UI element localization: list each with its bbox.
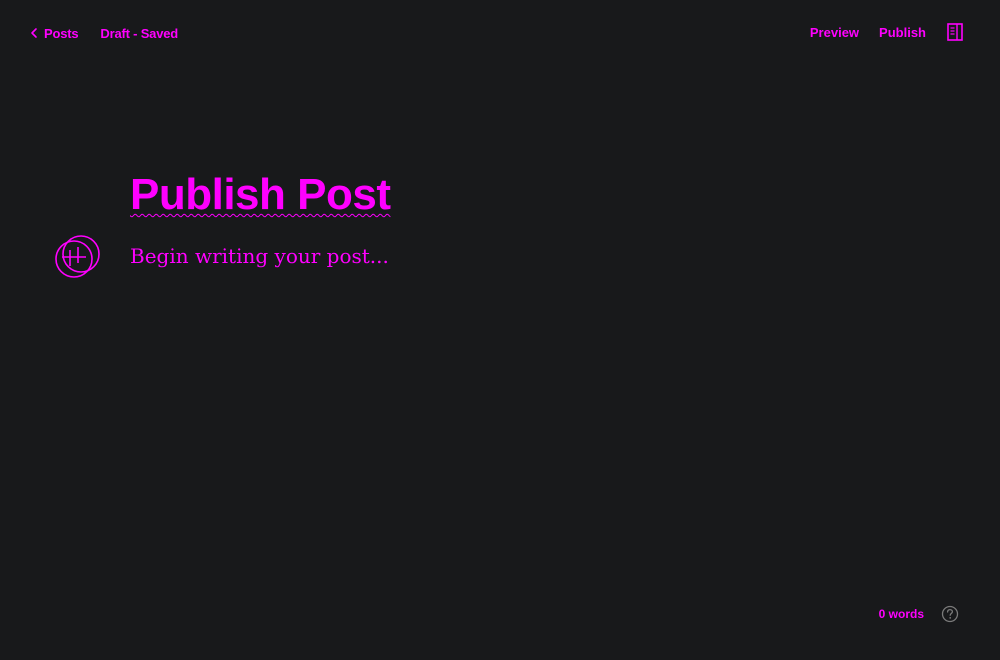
post-body-input[interactable]: Begin writing your post... <box>130 244 890 268</box>
back-to-posts-link[interactable]: Posts <box>30 25 79 41</box>
editor-footer: 0 words <box>879 604 960 624</box>
post-editor: Publish Post Begin writing your post... <box>130 168 890 268</box>
header-left: Posts Draft - Saved <box>30 24 178 42</box>
chevron-left-icon <box>31 28 37 38</box>
add-block-button[interactable] <box>52 232 104 280</box>
word-count: 0 words <box>878 607 924 621</box>
question-mark-icon[interactable] <box>940 604 960 624</box>
publish-button[interactable]: Publish <box>879 25 926 40</box>
plus-circle-icon <box>55 235 100 278</box>
sidebar-panel-icon[interactable] <box>946 22 964 42</box>
save-status: Draft - Saved <box>100 25 178 41</box>
header-right: Preview Publish <box>810 22 964 42</box>
preview-button[interactable]: Preview <box>810 25 859 40</box>
back-label: Posts <box>44 25 79 41</box>
post-title-input[interactable]: Publish Post <box>130 168 890 222</box>
